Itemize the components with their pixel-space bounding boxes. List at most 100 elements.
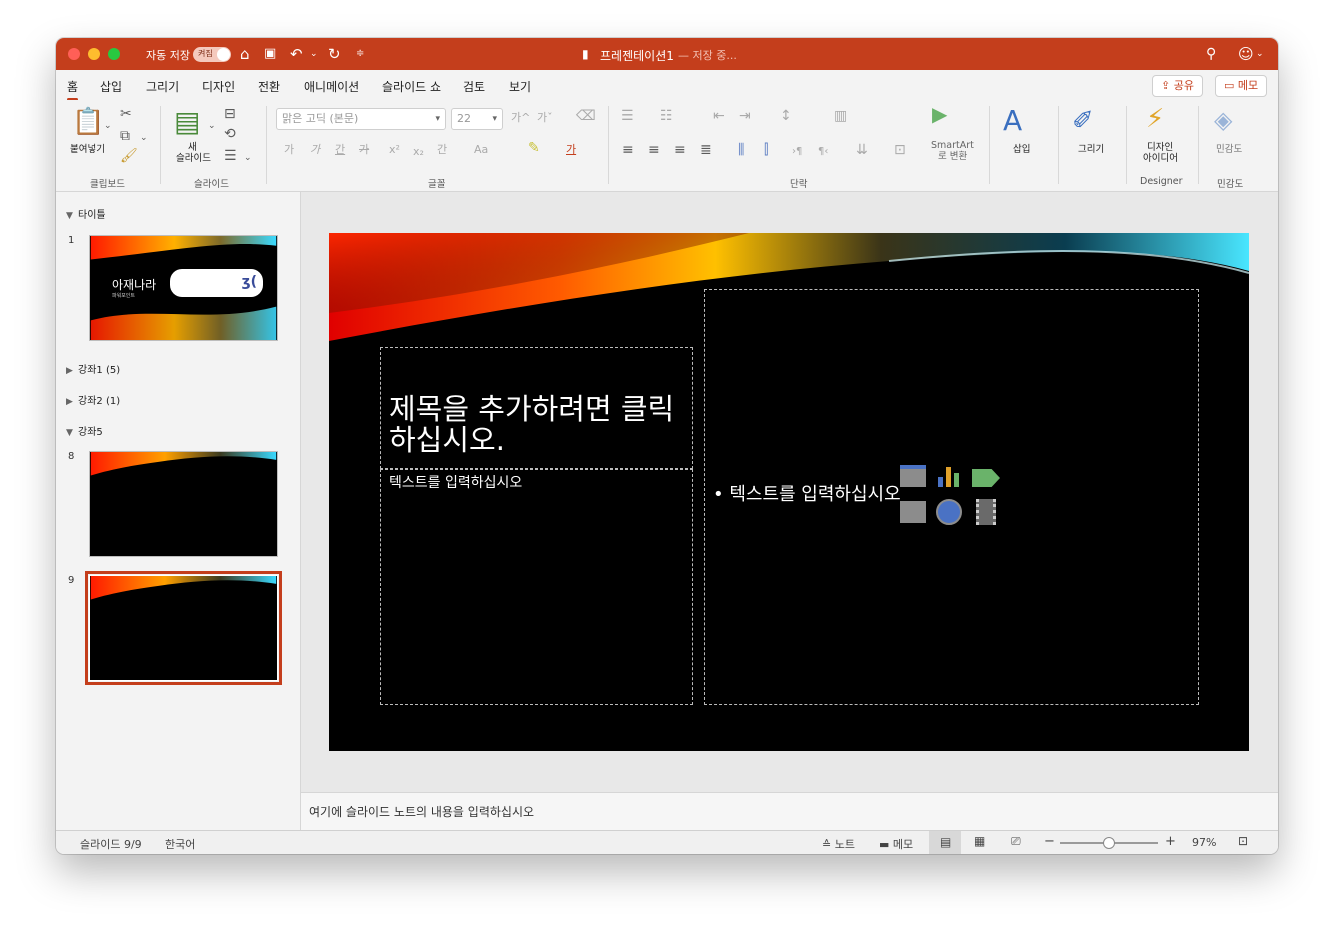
clear-format-icon[interactable]: ⌫	[576, 108, 596, 124]
underline-icon[interactable]: 간	[335, 142, 345, 158]
increase-indent-icon[interactable]: ⇥	[739, 108, 751, 124]
slide-sorter-view-icon[interactable]: ▦	[974, 834, 985, 848]
align-center-icon[interactable]: ≡	[648, 142, 660, 158]
normal-view-button[interactable]: ▤	[929, 831, 961, 854]
undo-dropdown-icon[interactable]: ⌄	[310, 44, 318, 64]
section-header[interactable]: ▶ 강좌1 (5)	[66, 361, 120, 376]
rtl-icon[interactable]: ¶‹	[818, 144, 828, 160]
section-dropdown-icon[interactable]: ⌄	[244, 150, 252, 166]
text-direction-vertical-icon[interactable]: ⇊	[856, 142, 868, 158]
justify-icon[interactable]: ≣	[700, 142, 712, 158]
zoom-level[interactable]: 97%	[1192, 836, 1216, 849]
autosave-toggle[interactable]: 켜짐	[193, 47, 231, 62]
cut-icon[interactable]: ✂	[120, 106, 132, 122]
zoom-slider-thumb[interactable]	[1103, 837, 1115, 849]
subscript-icon[interactable]: x₂	[413, 144, 424, 160]
draw-label[interactable]: 그리기	[1078, 144, 1104, 155]
insert-online-picture-icon[interactable]	[936, 499, 962, 525]
change-case-icon[interactable]: Aa	[474, 142, 488, 158]
ltr-icon[interactable]: ›¶	[792, 144, 802, 160]
design-ideas-icon[interactable]: ⚡	[1146, 104, 1164, 134]
insert-picture-icon[interactable]	[900, 501, 926, 523]
new-slide-dropdown-icon[interactable]: ⌄	[208, 118, 216, 134]
notes-toggle-button[interactable]: ≙ 노트	[822, 836, 855, 852]
title-placeholder[interactable]: 제목을 추가하려면 클릭하십시오.	[380, 347, 693, 469]
superscript-icon[interactable]: x²	[389, 142, 400, 158]
section-icon[interactable]: ☰	[224, 148, 237, 164]
paste-dropdown-icon[interactable]: ⌄	[104, 118, 112, 134]
undo-icon[interactable]: ↶	[290, 44, 303, 64]
insert-textbox-icon[interactable]: A	[1003, 106, 1022, 136]
align-vertical-icon[interactable]: ⊡	[894, 142, 906, 158]
fit-to-window-icon[interactable]: ⊡	[1238, 834, 1248, 848]
format-painter-icon[interactable]: 🖌	[120, 148, 138, 164]
tab-view[interactable]: 보기	[509, 78, 531, 95]
character-spacing-icon[interactable]: 간	[437, 142, 447, 158]
slide-thumbnail-panel[interactable]: ▼ 타이틀 1 아재나라 파워포인트 ʒ( ▶ 강좌1 (5) ▶ 강좌2 (1) ▼…	[56, 192, 301, 830]
home-icon[interactable]: ⌂	[240, 44, 250, 64]
section-header[interactable]: ▼ 타이틀	[66, 206, 106, 221]
shrink-font-icon[interactable]: 가ˇ	[537, 110, 553, 126]
customize-toolbar-icon[interactable]: ≑	[356, 44, 364, 64]
font-name-select[interactable]: 맑은 고딕 (본문) ▾	[276, 108, 446, 130]
grow-font-icon[interactable]: 가^	[511, 110, 530, 126]
smartart-icon[interactable]: ▶	[932, 104, 947, 124]
minimize-window-button[interactable]	[88, 48, 100, 60]
comments-toggle-button[interactable]: ▬ 메모	[879, 836, 913, 852]
slide-canvas[interactable]: 제목을 추가하려면 클릭하십시오. 텍스트를 입력하십시오 • 텍스트를 입력하…	[329, 233, 1249, 751]
insert-chart-icon[interactable]	[936, 467, 962, 487]
columns-icon[interactable]: ▥	[834, 108, 847, 124]
strikethrough-icon[interactable]: 가	[359, 142, 369, 158]
feedback-dropdown-icon[interactable]: ⌄	[1256, 44, 1264, 64]
save-icon[interactable]: ▣	[264, 44, 276, 64]
tab-design[interactable]: 디자인	[202, 78, 235, 95]
insert-label[interactable]: 삽입	[1013, 144, 1030, 155]
font-color-icon[interactable]: 가	[566, 142, 576, 158]
text-placeholder[interactable]: 텍스트를 입력하십시오	[380, 469, 693, 705]
document-title[interactable]: 프레젠테이션1	[600, 47, 674, 64]
bold-icon[interactable]: 가	[284, 142, 294, 158]
tab-review[interactable]: 검토	[463, 78, 485, 95]
close-window-button[interactable]	[68, 48, 80, 60]
insert-smartart-icon[interactable]	[972, 469, 1000, 487]
search-icon[interactable]: ⚲	[1206, 44, 1216, 64]
zoom-in-icon[interactable]: +	[1165, 834, 1176, 849]
align-text-icon[interactable]: ⫿	[764, 142, 768, 158]
slideshow-view-icon[interactable]: ⎚	[1011, 834, 1021, 849]
share-button[interactable]: ⇪ 공유	[1152, 75, 1203, 97]
line-spacing-icon[interactable]: ↕	[780, 108, 792, 124]
language-indicator[interactable]: 한국어	[165, 836, 195, 852]
insert-table-icon[interactable]	[900, 465, 926, 487]
font-size-select[interactable]: 22 ▾	[451, 108, 503, 130]
tab-slideshow[interactable]: 슬라이드 쇼	[382, 78, 441, 95]
sensitivity-icon[interactable]: ◈	[1214, 106, 1232, 134]
section-header[interactable]: ▼ 강좌5	[66, 423, 103, 438]
paste-icon[interactable]: 📋	[72, 108, 104, 136]
copy-dropdown-icon[interactable]: ⌄	[140, 130, 148, 146]
section-header[interactable]: ▶ 강좌2 (1)	[66, 392, 120, 407]
slide-thumbnail-8[interactable]	[89, 451, 278, 557]
align-right-icon[interactable]: ≡	[674, 142, 686, 158]
new-slide-icon[interactable]: ▤	[174, 108, 200, 136]
insert-video-icon[interactable]	[976, 499, 996, 525]
sensitivity-label[interactable]: 민감도	[1216, 144, 1242, 155]
tab-animations[interactable]: 애니메이션	[304, 78, 359, 95]
slide-thumbnail-1[interactable]: 아재나라 파워포인트 ʒ(	[89, 235, 278, 341]
highlight-icon[interactable]: ✎	[528, 140, 540, 156]
zoom-out-icon[interactable]: −	[1044, 834, 1055, 849]
italic-icon[interactable]: 가	[310, 142, 320, 158]
tab-draw[interactable]: 그리기	[146, 78, 179, 95]
comments-button[interactable]: ▭ 메모	[1215, 75, 1268, 97]
tab-transitions[interactable]: 전환	[258, 78, 280, 95]
numbering-icon[interactable]: ☷	[660, 108, 673, 124]
slide-thumbnail-9[interactable]	[85, 571, 282, 685]
redo-icon[interactable]: ↻	[328, 44, 341, 64]
align-left-icon[interactable]: ≡	[622, 142, 634, 158]
content-placeholder[interactable]: • 텍스트를 입력하십시오	[704, 289, 1199, 705]
bullets-icon[interactable]: ☰	[621, 108, 634, 124]
decrease-indent-icon[interactable]: ⇤	[713, 108, 725, 124]
draw-icon[interactable]: ✐	[1072, 106, 1094, 136]
text-direction-icon[interactable]: ⫼	[738, 142, 744, 158]
tab-insert[interactable]: 삽입	[100, 78, 122, 95]
notes-pane[interactable]: 여기에 슬라이드 노트의 내용을 입력하십시오	[301, 792, 1278, 830]
